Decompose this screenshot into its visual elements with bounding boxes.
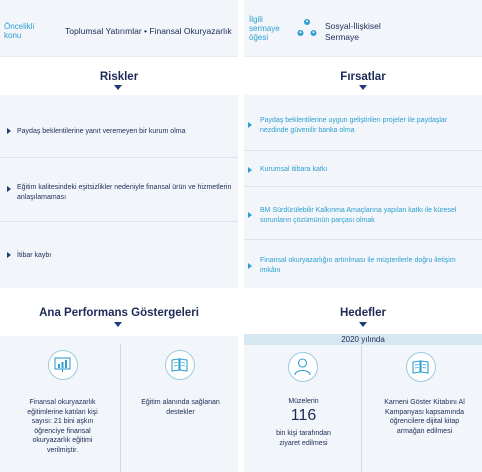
opportunity-text: Paydaş beklentilerine uygun geliştirilen… <box>260 117 448 134</box>
bullet-arrow-icon <box>248 263 252 269</box>
list-item: İtibar kaybı <box>0 222 238 288</box>
opportunity-text: BM Sürdürülebilir Kalkınma Amaçlarına ya… <box>260 207 457 224</box>
capital-label: İlgili sermaye öğesi <box>249 15 280 42</box>
bullet-arrow-icon <box>248 122 252 128</box>
risks-title: Riskler <box>99 71 139 83</box>
kpi-title: Ana Performans Göstergeleri <box>39 307 199 319</box>
chart-presentation-icon <box>48 350 78 380</box>
kpi-panel: Finansal okuryazarlık eğitimlerine katıl… <box>0 336 238 472</box>
opportunities-caret-icon <box>359 85 367 90</box>
kpi-caret-icon <box>114 322 122 327</box>
right-column: İlgili sermaye öğesi Sosyal-İlişkisel Se… <box>244 0 482 472</box>
bullet-arrow-icon <box>248 212 252 218</box>
risk-text: Eğitim kalitesindeki eşitsizlikler neden… <box>17 184 232 201</box>
kpi-cell-education: Finansal okuryazarlık eğitimlerine katıl… <box>0 336 119 472</box>
risk-text: İtibar kaybı <box>17 252 52 259</box>
risk-text: Paydaş beklentilerine yanıt veremeyen bi… <box>17 128 186 135</box>
kpi-text: Eğitim alanında sağlanan destekler <box>141 399 220 416</box>
people-network-icon <box>296 17 318 39</box>
goals-panel: Müzelerin 116 bin kişi tarafından ziyare… <box>244 345 482 472</box>
list-item: Eğitim kalitesindeki eşitsizlikler neden… <box>0 158 238 222</box>
goal-number: 116 <box>290 407 317 424</box>
book-icon <box>406 352 436 382</box>
list-item: Paydaş beklentilerine yanıt veremeyen bi… <box>0 95 238 158</box>
goal-text: Karneni Göster Kitabını Al Kampanyası ka… <box>384 399 465 435</box>
goal-cell-museum: Müzelerin 116 bin kişi tarafından ziyare… <box>244 345 363 472</box>
opportunities-title: Fırsatlar <box>340 71 386 83</box>
risks-list: Paydaş beklentilerine yanıt veremeyen bi… <box>0 95 238 288</box>
kpi-text: Finansal okuryazarlık eğitimlerine katıl… <box>27 399 98 454</box>
kpi-cell-support: Eğitim alanında sağlanan destekler <box>121 336 240 472</box>
bullet-arrow-icon <box>7 252 11 258</box>
visitor-person-icon <box>288 352 318 382</box>
priority-topic-value: Toplumsal Yatırımlar • Finansal Okuryaza… <box>65 26 232 36</box>
left-column: Öncelikli konu Toplumsal Yatırımlar • Fi… <box>0 0 238 472</box>
goals-title: Hedefler <box>339 307 387 319</box>
goals-year-bar: 2020 yılında <box>244 334 482 345</box>
risks-caret-icon <box>114 85 122 90</box>
priority-topic-header: Öncelikli konu Toplumsal Yatırımlar • Fi… <box>0 0 238 57</box>
goal-cell-campaign: Karneni Göster Kitabını Al Kampanyası ka… <box>362 345 481 472</box>
capital-header: İlgili sermaye öğesi Sosyal-İlişkisel Se… <box>244 0 482 57</box>
bullet-arrow-icon <box>248 167 252 173</box>
list-item: Paydaş beklentilerine uygun geliştirilen… <box>244 95 482 151</box>
bullet-arrow-icon <box>7 128 11 134</box>
opportunity-text: Kurumsal itibara katkı <box>260 166 328 173</box>
list-item: Finansal okuryazarlığın artırılması ile … <box>244 240 482 288</box>
goal-post-text: bin kişi tarafından ziyaret edilmesi <box>276 430 331 447</box>
book-icon <box>165 350 195 380</box>
goals-caret-icon <box>359 322 367 327</box>
priority-topic-label: Öncelikli konu <box>4 22 35 40</box>
opportunity-text: Finansal okuryazarlığın artırılması ile … <box>260 257 456 274</box>
list-item: BM Sürdürülebilir Kalkınma Amaçlarına ya… <box>244 187 482 240</box>
opportunities-list: Paydaş beklentilerine uygun geliştirilen… <box>244 95 482 288</box>
bullet-arrow-icon <box>7 186 11 192</box>
capital-value: Sosyal-İlişkisel Sermaye <box>325 21 381 42</box>
goal-pre-text: Müzelerin <box>288 398 319 405</box>
list-item: Kurumsal itibara katkı <box>244 151 482 187</box>
